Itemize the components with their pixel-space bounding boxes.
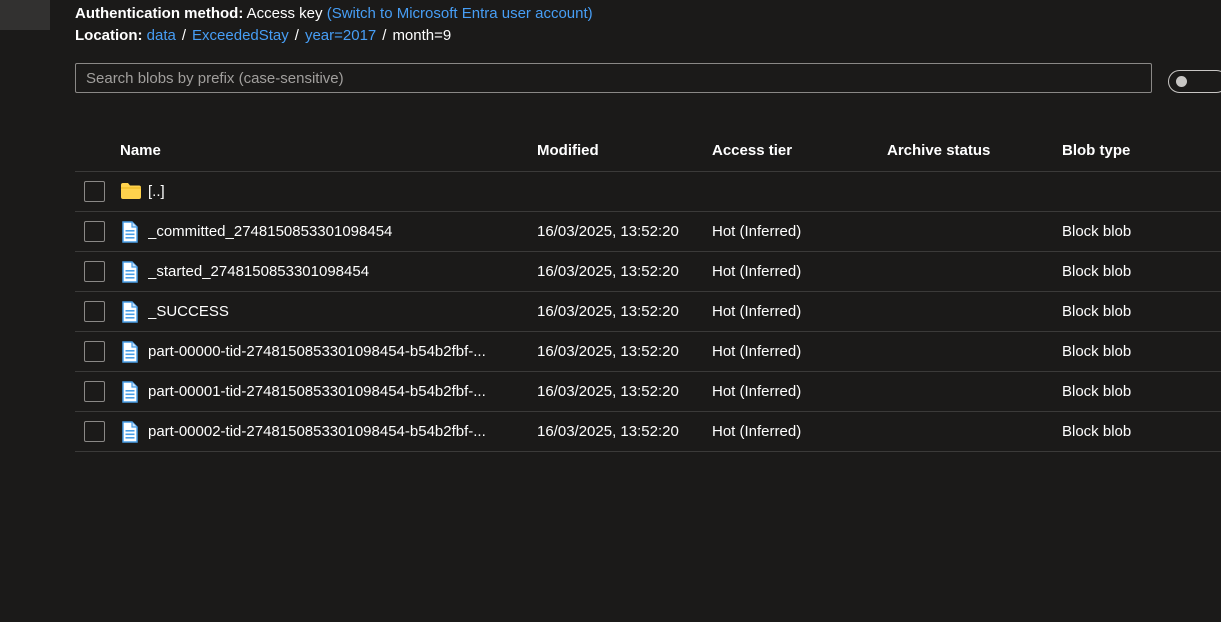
row-name[interactable]: _committed_2748150853301098454	[148, 223, 392, 241]
row-checkbox[interactable]	[84, 221, 105, 242]
row-name[interactable]: [..]	[148, 183, 165, 201]
blob-table: Name Modified Access tier Archive status…	[75, 130, 1221, 452]
table-row[interactable]: part-00001-tid-2748150853301098454-b54b2…	[75, 372, 1221, 412]
search-input[interactable]	[76, 64, 1151, 92]
column-header-archive-status[interactable]: Archive status	[887, 142, 990, 159]
row-access-tier: Hot (Inferred)	[712, 263, 802, 280]
row-name[interactable]: part-00002-tid-2748150853301098454-b54b2…	[148, 423, 486, 441]
row-modified: 16/03/2025, 13:52:20	[537, 223, 679, 240]
toggle-switch[interactable]	[1168, 70, 1221, 93]
table-row[interactable]: _committed_2748150853301098454 16/03/202…	[75, 212, 1221, 252]
row-name[interactable]: part-00001-tid-2748150853301098454-b54b2…	[148, 383, 486, 401]
auth-method-value: Access key	[246, 5, 323, 22]
column-header-modified[interactable]: Modified	[537, 142, 599, 159]
column-header-access-tier[interactable]: Access tier	[712, 142, 792, 159]
row-modified: 16/03/2025, 13:52:20	[537, 383, 679, 400]
row-access-tier: Hot (Inferred)	[712, 383, 802, 400]
switch-auth-link[interactable]: (Switch to Microsoft Entra user account)	[327, 5, 593, 22]
toggle-knob	[1176, 76, 1187, 87]
breadcrumb-separator: /	[181, 27, 187, 44]
row-checkbox[interactable]	[84, 381, 105, 402]
breadcrumb-current: month=9	[392, 27, 452, 44]
row-blob-type: Block blob	[1062, 303, 1132, 320]
table-rows: _committed_2748150853301098454 16/03/202…	[75, 212, 1221, 452]
row-checkbox[interactable]	[84, 181, 105, 202]
file-icon	[120, 381, 140, 403]
row-blob-type: Block blob	[1062, 423, 1132, 440]
sidebar-edge	[0, 0, 50, 30]
breadcrumb: Location: data / ExceededStay / year=2017 / mo…	[75, 27, 451, 45]
folder-icon	[120, 181, 141, 201]
row-checkbox[interactable]	[84, 261, 105, 282]
table-row[interactable]: part-00000-tid-2748150853301098454-b54b2…	[75, 332, 1221, 372]
file-icon	[120, 221, 140, 243]
file-icon	[120, 341, 140, 363]
row-blob-type: Block blob	[1062, 263, 1132, 280]
location-label: Location:	[75, 27, 143, 44]
file-icon	[120, 421, 140, 443]
row-blob-type: Block blob	[1062, 343, 1132, 360]
column-header-blob-type[interactable]: Blob type	[1062, 142, 1130, 159]
row-blob-type: Block blob	[1062, 223, 1132, 240]
auth-method-label: Authentication method:	[75, 5, 244, 22]
breadcrumb-exceededstay[interactable]: ExceededStay	[192, 27, 289, 44]
row-access-tier: Hot (Inferred)	[712, 343, 802, 360]
row-checkbox[interactable]	[84, 421, 105, 442]
row-modified: 16/03/2025, 13:52:20	[537, 343, 679, 360]
table-row[interactable]: _started_2748150853301098454 16/03/2025,…	[75, 252, 1221, 292]
file-icon	[120, 261, 140, 283]
row-checkbox[interactable]	[84, 341, 105, 362]
table-row[interactable]: part-00002-tid-2748150853301098454-b54b2…	[75, 412, 1221, 452]
breadcrumb-data[interactable]: data	[147, 27, 176, 44]
breadcrumb-separator: /	[382, 27, 387, 44]
breadcrumb-separator: /	[294, 27, 299, 44]
row-name[interactable]: part-00000-tid-2748150853301098454-b54b2…	[148, 343, 486, 361]
row-access-tier: Hot (Inferred)	[712, 303, 802, 320]
row-name[interactable]: _SUCCESS	[148, 303, 229, 321]
row-modified: 16/03/2025, 13:52:20	[537, 263, 679, 280]
row-modified: 16/03/2025, 13:52:20	[537, 423, 679, 440]
table-row[interactable]: _SUCCESS 16/03/2025, 13:52:20 Hot (Infer…	[75, 292, 1221, 332]
row-name[interactable]: _started_2748150853301098454	[148, 263, 369, 281]
row-blob-type: Block blob	[1062, 383, 1132, 400]
row-access-tier: Hot (Inferred)	[712, 423, 802, 440]
table-row-parent[interactable]: [..]	[75, 172, 1221, 212]
column-header-name[interactable]: Name	[120, 142, 161, 159]
row-checkbox[interactable]	[84, 301, 105, 322]
table-header: Name Modified Access tier Archive status…	[75, 130, 1221, 172]
row-modified: 16/03/2025, 13:52:20	[537, 303, 679, 320]
search-box	[75, 63, 1152, 93]
row-access-tier: Hot (Inferred)	[712, 223, 802, 240]
auth-method-line: Authentication method: Access key (Switc…	[75, 5, 593, 23]
file-icon	[120, 301, 140, 323]
breadcrumb-year[interactable]: year=2017	[305, 27, 376, 44]
